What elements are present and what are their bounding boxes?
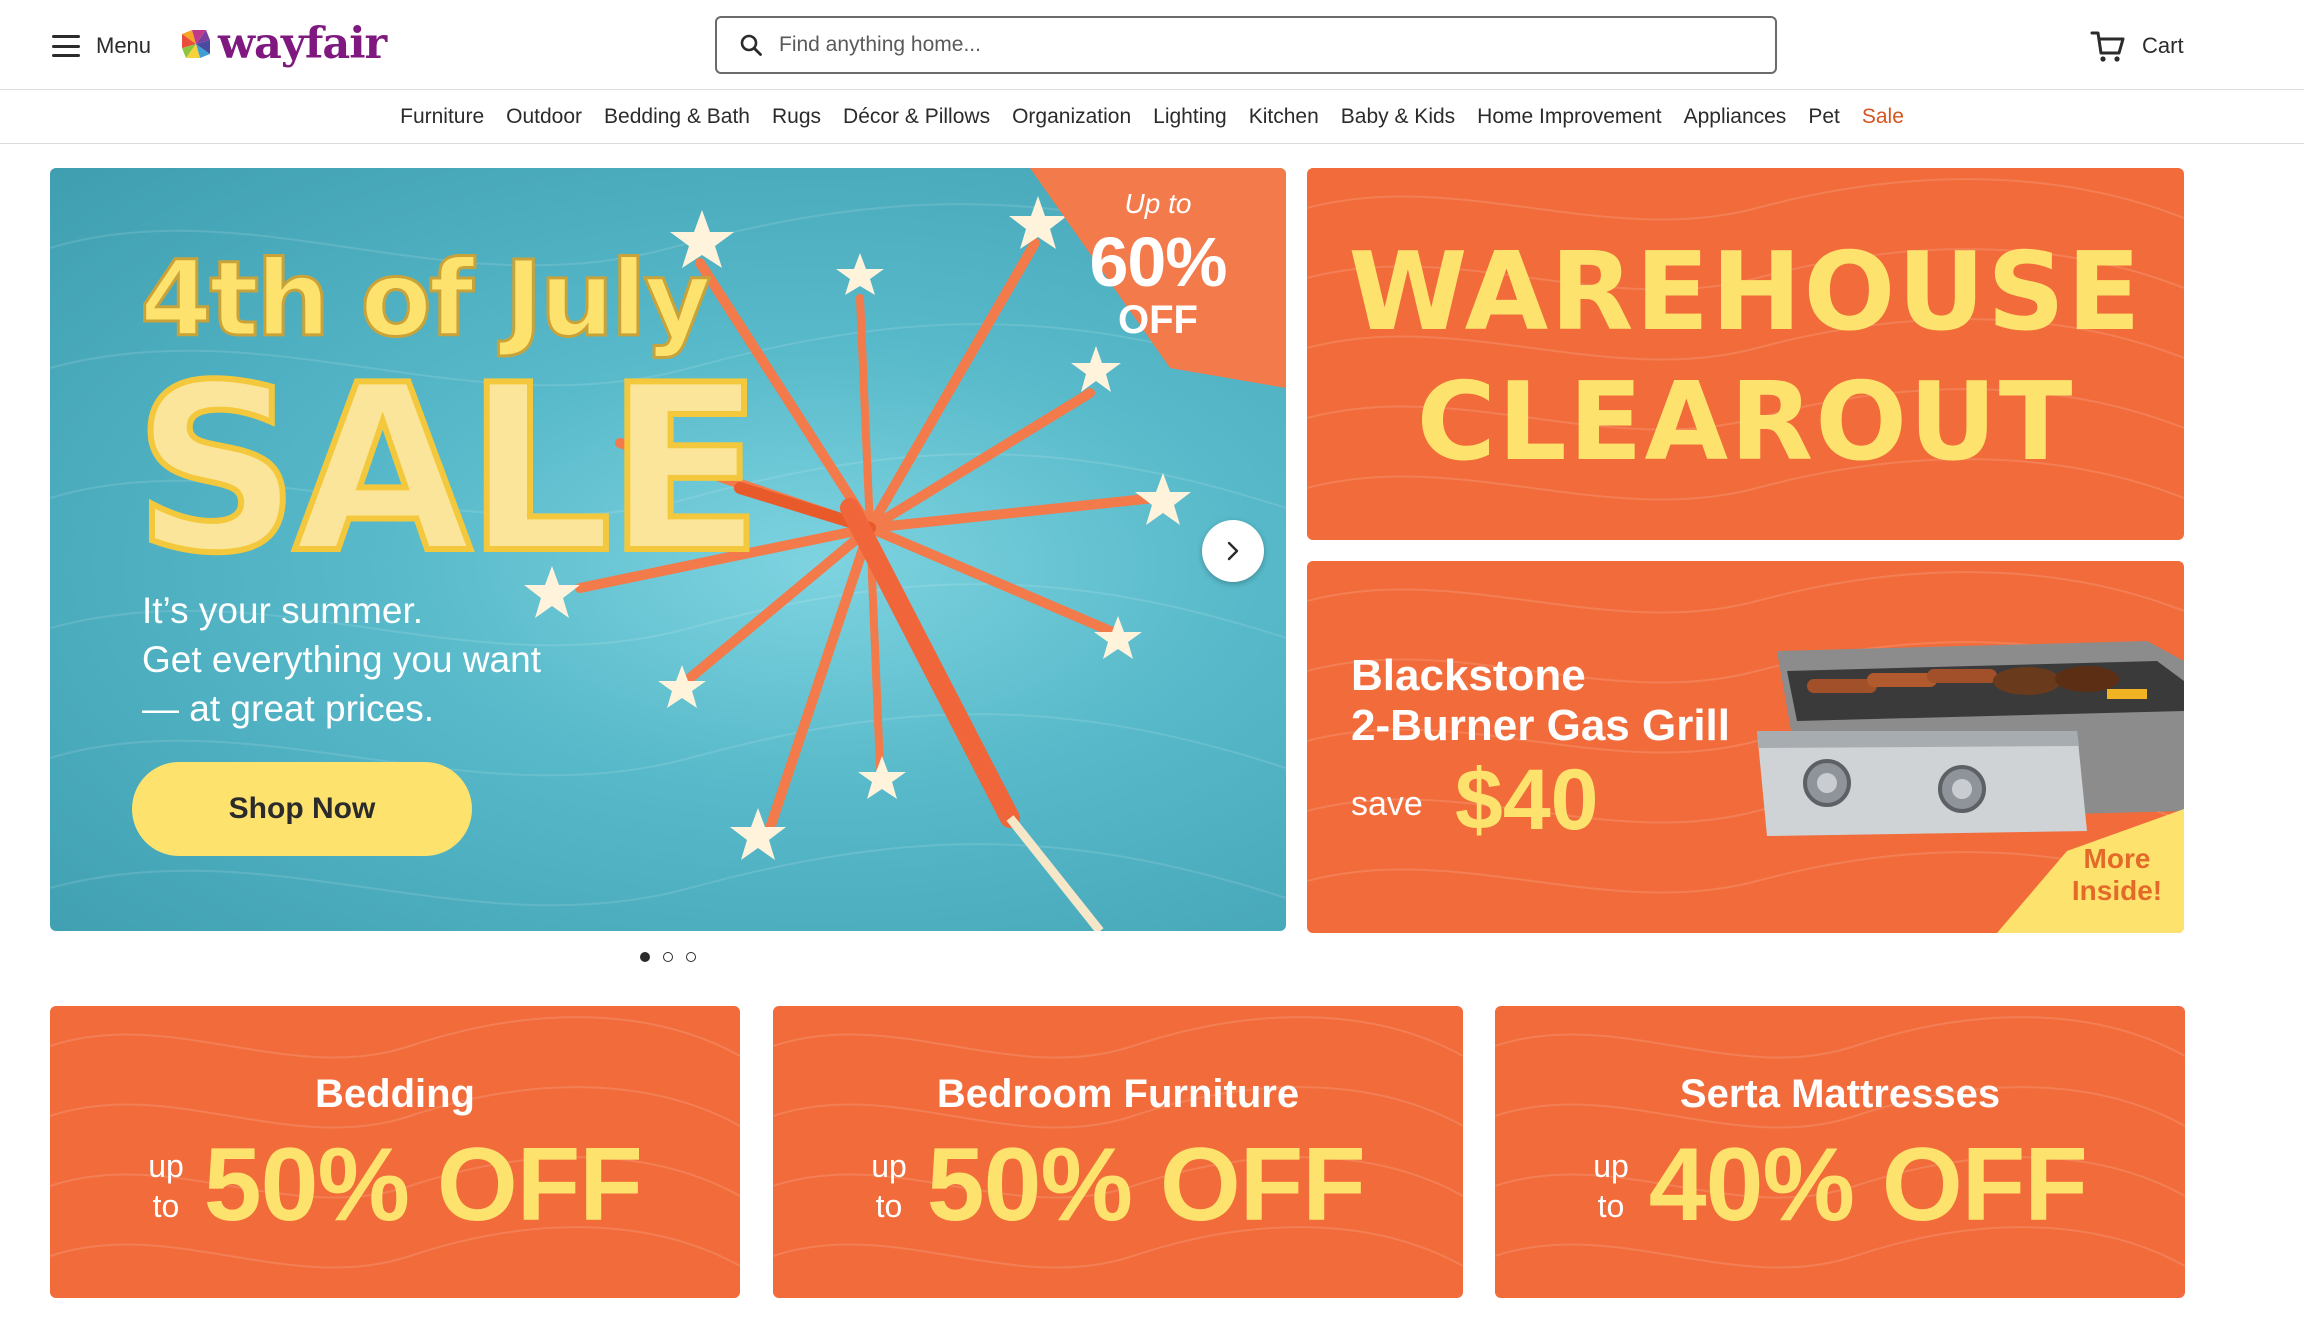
grill-save-label: save (1351, 785, 1423, 823)
nav-appliances[interactable]: Appliances (1684, 105, 1787, 129)
search-bar[interactable] (715, 16, 1777, 74)
hero-subtitle-line: — at great prices. (142, 688, 435, 729)
promo-upto-top: up (1593, 1147, 1629, 1184)
logo-pinwheel-icon (182, 30, 210, 58)
nav-home-improvement[interactable]: Home Improvement (1477, 105, 1661, 129)
badge-off-label: OFF (1118, 298, 1198, 342)
badge-percent: 60% (1089, 223, 1227, 301)
carousel-dot[interactable] (686, 952, 696, 962)
carousel-dot[interactable] (640, 952, 650, 962)
promo-discount: 40% OFF (1648, 1127, 2088, 1243)
promo-upto-top: up (148, 1147, 184, 1184)
menu-button[interactable]: Menu (52, 28, 151, 64)
hero-sale-title: SALE (131, 337, 766, 604)
discount-badge: Up to 60% OFF (1030, 168, 1286, 398)
more-inside-line: More (2083, 843, 2151, 874)
promo-upto-bottom: to (875, 1187, 903, 1224)
promo-offer: up to 50% OFF (773, 1126, 1463, 1245)
carousel-dot[interactable] (663, 952, 673, 962)
search-input[interactable] (779, 33, 1739, 57)
promo-upto: up to (871, 1146, 907, 1226)
logo-wordmark: wayfair (218, 19, 387, 69)
warehouse-title-line2: CLEAROUT (1416, 360, 2075, 485)
warehouse-title-line1: WAREHOUSE (1348, 230, 2143, 355)
promo-tile-serta-mattresses[interactable]: Serta Mattresses up to 40% OFF (1495, 1006, 2185, 1298)
promo-title: Bedroom Furniture (936, 1072, 1300, 1116)
promo-tile-bedroom-furniture[interactable]: Bedroom Furniture up to 50% OFF (773, 1006, 1463, 1298)
promo-discount: 50% OFF (203, 1127, 643, 1243)
promo-upto-bottom: to (1597, 1187, 1625, 1224)
cart-button[interactable]: Cart (2090, 24, 2184, 68)
promo-discount: 50% OFF (926, 1127, 1366, 1243)
category-nav: Furniture Outdoor Bedding & Bath Rugs Dé… (0, 90, 2304, 144)
nav-sale[interactable]: Sale (1862, 105, 1904, 129)
promo-offer: up to 40% OFF (1495, 1126, 2185, 1245)
nav-outdoor[interactable]: Outdoor (506, 105, 582, 129)
cart-label: Cart (2142, 33, 2184, 58)
hero-subtitle-line: It’s your summer. (142, 590, 424, 631)
promo-offer: up to 50% OFF (50, 1126, 740, 1245)
promo-upto-top: up (871, 1147, 907, 1184)
shop-now-button[interactable]: Shop Now (132, 762, 472, 856)
nav-organization[interactable]: Organization (1012, 105, 1131, 129)
hamburger-icon (52, 35, 80, 57)
site-header: Menu wayfair Cart (0, 0, 2304, 90)
nav-pet[interactable]: Pet (1808, 105, 1840, 129)
carousel-next-button[interactable] (1202, 520, 1264, 582)
grill-title-line1: Blackstone (1351, 651, 1586, 700)
hero-subtitle: It’s your summer. Get everything you wan… (142, 586, 662, 733)
blackstone-grill-tile[interactable]: Blackstone 2-Burner Gas Grill save $40 M… (1307, 561, 2184, 933)
promo-title: Bedding (315, 1072, 475, 1116)
search-icon (740, 34, 762, 56)
nav-decor-pillows[interactable]: Décor & Pillows (843, 105, 990, 129)
badge-upto-label: Up to (1124, 188, 1192, 219)
hero-subtitle-line: Get everything you want (142, 639, 541, 680)
promo-tile-bedding[interactable]: Bedding up to 50% OFF (50, 1006, 740, 1298)
nav-kitchen[interactable]: Kitchen (1249, 105, 1319, 129)
promo-upto: up to (1593, 1146, 1629, 1226)
promo-upto-bottom: to (152, 1187, 180, 1224)
chevron-right-icon (1227, 541, 1239, 561)
nav-furniture[interactable]: Furniture (400, 105, 484, 129)
nav-rugs[interactable]: Rugs (772, 105, 821, 129)
more-inside-label: More Inside! (2057, 843, 2177, 907)
wayfair-logo[interactable]: wayfair (178, 18, 387, 70)
grill-title-line2: 2-Burner Gas Grill (1351, 701, 1731, 750)
grill-save-amount: $40 (1455, 752, 1599, 848)
hero-banner[interactable]: 4th of July SALE It’s your summer. Get e… (50, 168, 1286, 931)
promo-title: Serta Mattresses (1679, 1072, 2001, 1116)
nav-lighting[interactable]: Lighting (1153, 105, 1227, 129)
nav-bedding-bath[interactable]: Bedding & Bath (604, 105, 750, 129)
carousel-dots (640, 952, 696, 962)
promo-upto: up to (148, 1146, 184, 1226)
more-inside-line: Inside! (2071, 875, 2163, 906)
cart-icon (2090, 31, 2125, 62)
warehouse-clearout-tile[interactable]: WAREHOUSE CLEAROUT (1307, 168, 2184, 540)
menu-label: Menu (96, 33, 152, 58)
nav-baby-kids[interactable]: Baby & Kids (1341, 105, 1455, 129)
